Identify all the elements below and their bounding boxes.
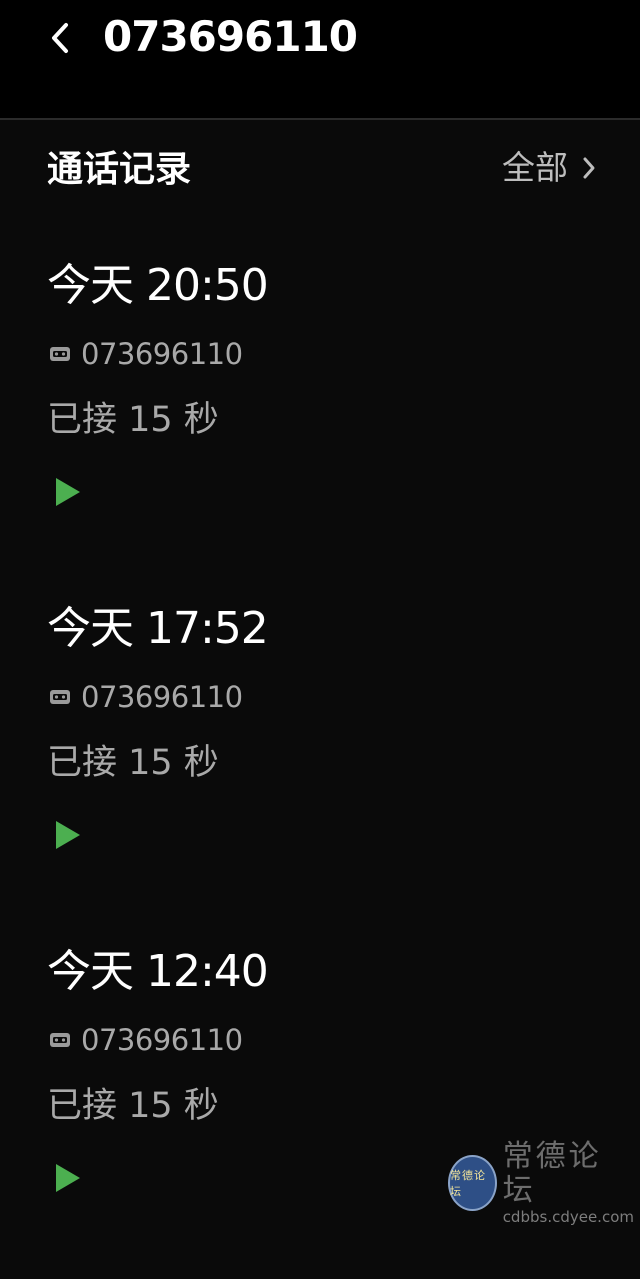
back-button[interactable] (38, 14, 82, 62)
call-log-item[interactable]: 今天 20:50 073696110 已接 15 秒 (0, 250, 640, 593)
chevron-left-icon (52, 23, 68, 53)
play-recording-button[interactable] (52, 1156, 100, 1200)
watermark-url: cdbbs.cdyee.com (502, 1208, 634, 1226)
play-icon (56, 1164, 80, 1192)
call-number-row: 073696110 (49, 334, 243, 374)
watermark-name: 常德论坛 (502, 1139, 602, 1208)
page-title: 073696110 (103, 12, 358, 61)
call-time: 今天 20:50 (47, 260, 269, 311)
sim-card-icon (50, 690, 70, 704)
call-number: 073696110 (81, 1023, 243, 1057)
play-recording-button[interactable] (52, 813, 100, 857)
top-app-bar: 073696110 (0, 0, 640, 120)
view-all-button[interactable]: 全部 (502, 144, 596, 192)
forum-watermark: 常德论坛 常德论坛 cdbbs.cdyee.com (448, 1140, 634, 1226)
call-log-item[interactable]: 今天 17:52 073696110 已接 15 秒 (0, 593, 640, 936)
chevron-right-icon (583, 157, 595, 179)
call-time: 今天 12:40 (47, 946, 269, 997)
play-recording-button[interactable] (52, 470, 100, 514)
call-status: 已接 15 秒 (47, 400, 219, 440)
forum-logo: 常德论坛 (448, 1155, 497, 1211)
call-number: 073696110 (81, 337, 243, 371)
watermark-texts: 常德论坛 cdbbs.cdyee.com (502, 1139, 634, 1227)
call-number: 073696110 (81, 680, 243, 714)
call-status: 已接 15 秒 (47, 1086, 219, 1126)
call-log-item[interactable]: 今天 12:40 073696110 已接 15 秒 (0, 936, 640, 1279)
play-icon (56, 821, 80, 849)
sim-card-icon (50, 347, 70, 361)
call-log-list: 今天 20:50 073696110 已接 15 秒 今天 17:52 0736… (0, 250, 640, 1279)
call-log-header: 通话记录 全部 (0, 140, 640, 200)
section-title: 通话记录 (47, 149, 192, 190)
call-number-row: 073696110 (49, 1020, 243, 1060)
play-icon (56, 478, 80, 506)
forum-logo-text: 常德论坛 (450, 1169, 486, 1198)
sim-card-icon (50, 1033, 70, 1047)
view-all-label: 全部 (502, 148, 568, 187)
call-number-row: 073696110 (49, 677, 243, 717)
call-status: 已接 15 秒 (47, 743, 219, 783)
call-time: 今天 17:52 (47, 603, 269, 654)
